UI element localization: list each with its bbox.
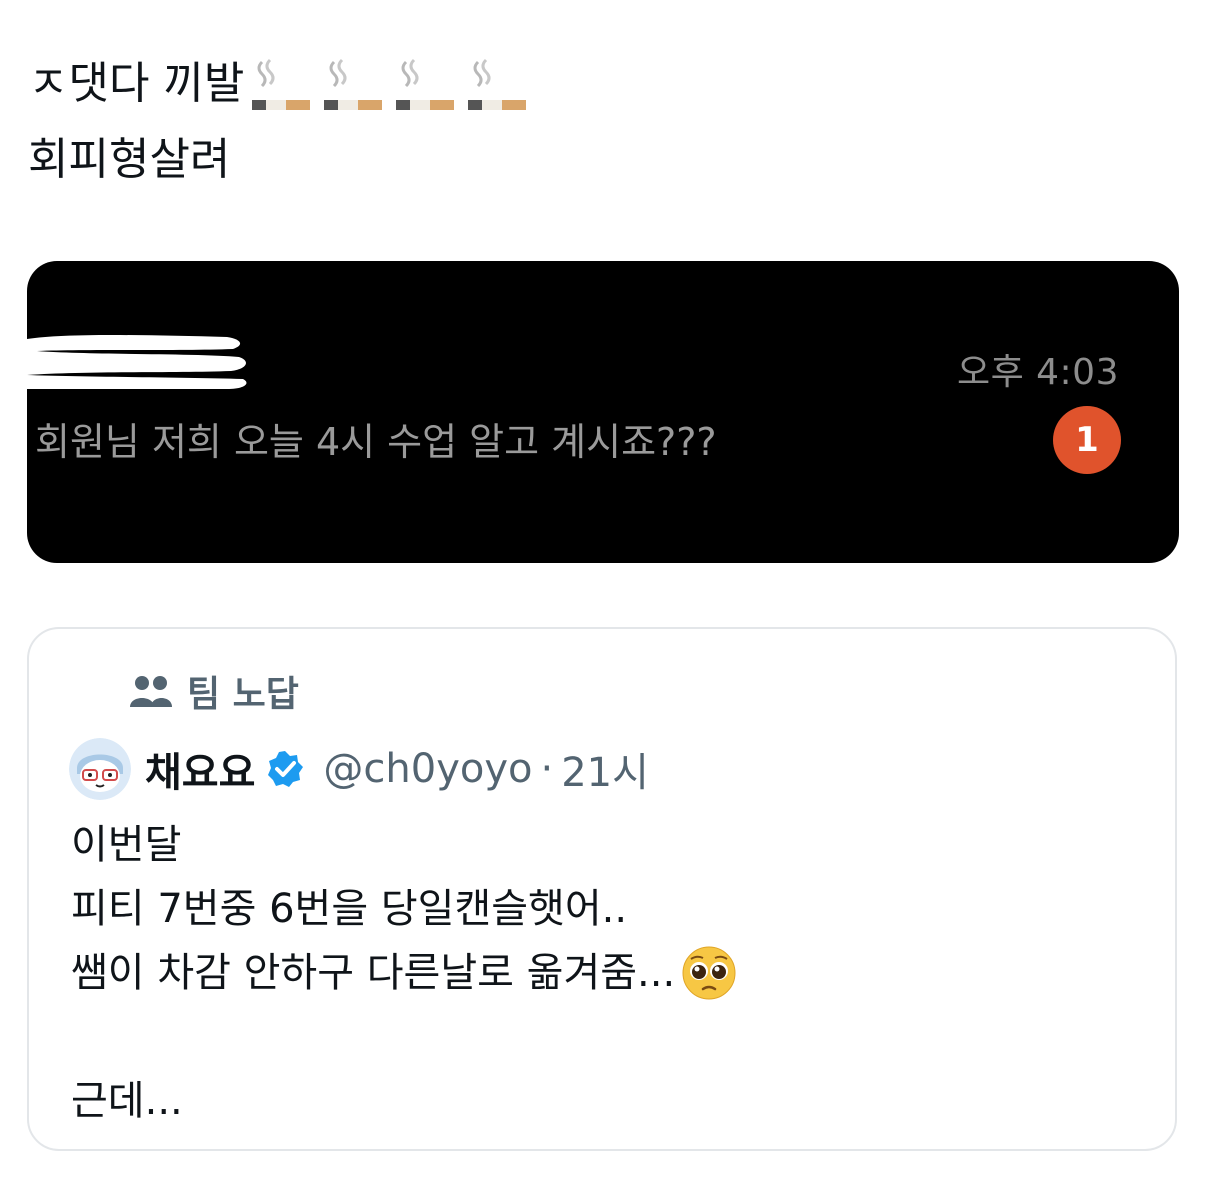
quote-line-1: 이번달 bbox=[71, 822, 182, 868]
cigarette-icon bbox=[468, 58, 527, 110]
community-name: 팀 노답 bbox=[187, 674, 299, 715]
people-icon bbox=[130, 676, 172, 707]
community-label[interactable]: 팀 노답 bbox=[129, 665, 299, 717]
quote-line-5: 근데... bbox=[71, 1078, 183, 1124]
quote-line-4 bbox=[71, 1005, 737, 1069]
tweet-line-1: ㅈ댓다 끼발 bbox=[28, 46, 1168, 122]
cigarette-icon bbox=[396, 58, 455, 110]
notification-time: 오후 4:03 bbox=[956, 352, 1119, 393]
cigarette-emoji-group bbox=[248, 56, 528, 112]
post-time[interactable]: 21시 bbox=[561, 740, 649, 798]
quote-line-2: 피티 7번중 6번을 당일캔슬햇어.. bbox=[71, 886, 628, 932]
unread-badge: 1 bbox=[1053, 406, 1121, 474]
quote-line-3-text: 쌤이 차감 안하구 다른날로 옮겨줌... bbox=[71, 950, 676, 996]
avatar[interactable] bbox=[69, 738, 131, 800]
author-name[interactable]: 채요요 bbox=[145, 740, 255, 798]
quoted-author-row: 채요요 @ch0yoyo · 21시 bbox=[69, 737, 649, 801]
author-handle[interactable]: @ch0yoyo bbox=[323, 746, 532, 792]
pleading-face-icon bbox=[682, 946, 736, 1000]
cigarette-icon bbox=[252, 58, 311, 110]
quote-line-3: 쌤이 차감 안하구 다른날로 옮겨줌... bbox=[71, 941, 737, 1005]
notification-message: 회원님 저희 오늘 4시 수업 알고 계시죠??? bbox=[35, 420, 717, 464]
tweet-text: ㅈ댓다 끼발 회피형살려 bbox=[28, 46, 1168, 198]
cigarette-icon bbox=[324, 58, 383, 110]
separator-dot: · bbox=[540, 746, 554, 792]
tweet-line-1-text: ㅈ댓다 끼발 bbox=[28, 58, 245, 109]
verified-badge-icon bbox=[268, 751, 304, 787]
quoted-tweet-text: 이번달 피티 7번중 6번을 당일캔슬햇어.. 쌤이 차감 안하구 다른날로 옮… bbox=[71, 813, 737, 1133]
media-image[interactable]: 오후 4:03 회원님 저희 오늘 4시 수업 알고 계시죠??? 1 bbox=[27, 261, 1179, 563]
quoted-tweet[interactable]: 팀 노답 채요요 @ch0yoyo · 21시 이번달 피티 7번중 6번을 당… bbox=[27, 627, 1177, 1151]
tweet-line-2: 회피형살려 bbox=[28, 134, 231, 185]
redaction-scribble bbox=[27, 335, 247, 389]
